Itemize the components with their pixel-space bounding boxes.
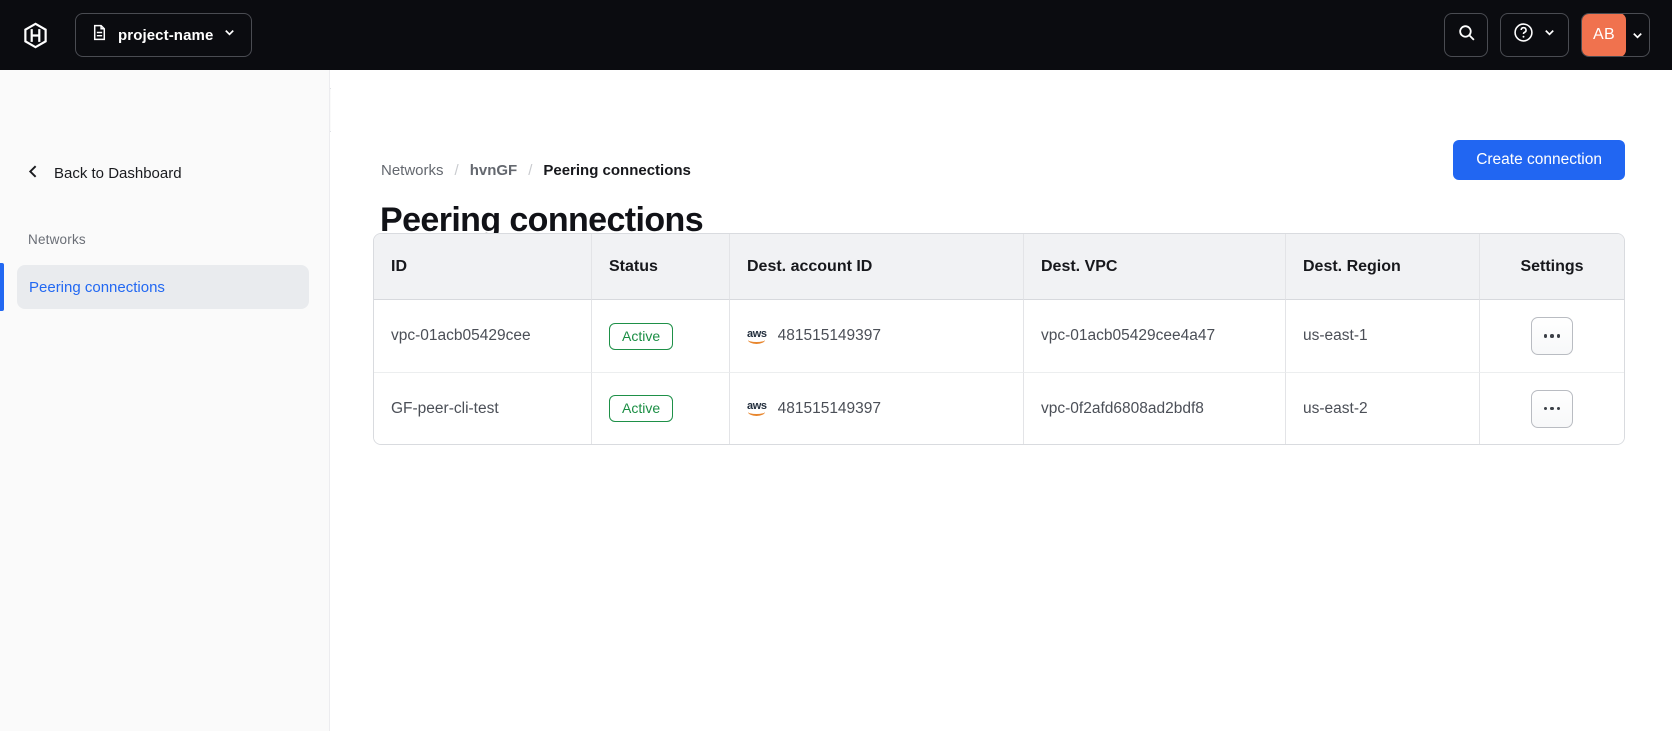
- cell-dest-account-id: aws 481515149397: [729, 372, 1023, 444]
- account-id-value: 481515149397: [777, 327, 882, 344]
- chevron-down-icon: [1543, 26, 1556, 44]
- status-badge: Active: [609, 395, 674, 422]
- help-menu-button[interactable]: [1500, 13, 1569, 57]
- create-connection-button[interactable]: Create connection: [1453, 140, 1625, 180]
- column-header-status: Status: [591, 234, 729, 300]
- breadcrumb-hvn[interactable]: hvnGF: [470, 162, 518, 179]
- project-name-label: project-name: [118, 26, 214, 44]
- cell-dest-region: us-east-2: [1285, 372, 1479, 444]
- cell-dest-region: us-east-1: [1285, 300, 1479, 372]
- sidebar-section-networks: Networks: [28, 232, 86, 247]
- aws-smile-shape: [748, 339, 766, 344]
- project-switcher[interactable]: project-name: [75, 13, 253, 57]
- cell-status: Active: [591, 300, 729, 372]
- breadcrumb-separator: /: [528, 162, 533, 179]
- document-icon: [91, 24, 108, 46]
- sidebar: Back to Dashboard Networks Peering conne…: [0, 70, 330, 731]
- account-menu-button[interactable]: AB: [1581, 13, 1650, 57]
- table-header-row: ID Status Dest. account ID Dest. VPC Des…: [374, 234, 1624, 300]
- avatar: AB: [1582, 14, 1626, 56]
- ellipsis-icon: [1543, 406, 1548, 411]
- active-item-indicator: [0, 263, 4, 311]
- column-header-dest-account-id: Dest. account ID: [729, 234, 1023, 300]
- breadcrumb-separator: /: [454, 162, 459, 179]
- sidebar-item-peering-connections[interactable]: Peering connections: [17, 265, 309, 309]
- top-nav-bar: project-name AB: [0, 0, 1672, 70]
- cell-dest-account-id: aws 481515149397: [729, 300, 1023, 372]
- cell-status: Active: [591, 372, 729, 444]
- row-settings-button[interactable]: [1531, 389, 1573, 428]
- breadcrumb: Networks / hvnGF / Peering connections: [381, 162, 691, 179]
- account-id-value: 481515149397: [777, 399, 882, 417]
- aws-icon: aws: [747, 328, 767, 344]
- column-header-dest-region: Dest. Region: [1285, 234, 1479, 300]
- chevron-down-icon: [223, 26, 236, 44]
- row-settings-button[interactable]: [1531, 317, 1573, 355]
- aws-smile-shape: [748, 411, 766, 416]
- hashicorp-logo-icon: [22, 22, 49, 49]
- cell-dest-vpc: vpc-01acb05429cee4a47: [1023, 300, 1285, 372]
- column-header-id: ID: [374, 234, 591, 300]
- cell-settings: [1479, 372, 1624, 444]
- breadcrumb-current-page: Peering connections: [543, 162, 691, 179]
- sidebar-item-label: Peering connections: [29, 278, 165, 296]
- search-button[interactable]: [1444, 13, 1488, 57]
- breadcrumb-networks[interactable]: Networks: [381, 162, 444, 179]
- status-badge: Active: [609, 322, 674, 350]
- cell-id: GF-peer-cli-test: [374, 372, 591, 444]
- column-header-dest-vpc: Dest. VPC: [1023, 234, 1285, 300]
- cell-settings: [1479, 300, 1624, 372]
- peering-connections-table: ID Status Dest. account ID Dest. VPC Des…: [373, 233, 1625, 445]
- back-to-dashboard-label: Back to Dashboard: [54, 164, 182, 182]
- help-icon: [1513, 22, 1534, 48]
- cell-dest-vpc: vpc-0f2afd6808ad2bdf8: [1023, 372, 1285, 444]
- table-row: vpc-01acb05429cee Active aws 48151514939…: [374, 300, 1624, 372]
- main-content: Networks / hvnGF / Peering connections P…: [331, 70, 1672, 731]
- chevron-down-icon: [1626, 29, 1649, 42]
- aws-icon: aws: [747, 401, 767, 416]
- table-row: GF-peer-cli-test Active aws 481515149397…: [374, 372, 1624, 444]
- chevron-left-icon: [26, 164, 41, 183]
- cell-id: vpc-01acb05429cee: [374, 300, 591, 372]
- ellipsis-icon: [1543, 334, 1548, 338]
- search-icon: [1457, 23, 1476, 47]
- column-header-settings: Settings: [1479, 234, 1624, 300]
- back-to-dashboard-link[interactable]: Back to Dashboard: [26, 160, 182, 186]
